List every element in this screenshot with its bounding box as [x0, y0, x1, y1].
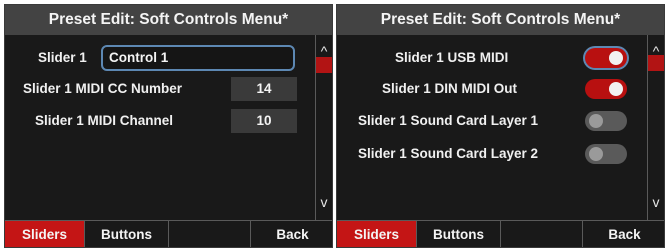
toggle-knob — [589, 147, 603, 161]
usb-midi-label: Slider 1 USB MIDI — [395, 50, 509, 65]
midi-cc-row[interactable]: Slider 1 MIDI CC Number 14 — [5, 74, 317, 104]
slider-name-input[interactable]: Control 1 — [101, 45, 295, 71]
usb-midi-toggle[interactable] — [585, 48, 627, 68]
toggle-knob — [609, 51, 623, 65]
sound-card-layer-1-row[interactable]: Slider 1 Sound Card Layer 1 — [337, 106, 649, 136]
sliders-tab[interactable]: Sliders — [337, 221, 417, 247]
back-button[interactable]: Back — [251, 221, 332, 247]
usb-midi-row[interactable]: Slider 1 USB MIDI — [337, 43, 649, 73]
scrollbar[interactable]: ^ v — [315, 35, 332, 220]
empty-soft-key[interactable] — [169, 221, 251, 247]
chevron-down-icon[interactable]: v — [316, 192, 332, 212]
scroll-thumb[interactable] — [648, 55, 664, 71]
sound-card-layer-1-label: Slider 1 Sound Card Layer 1 — [358, 113, 539, 128]
chevron-down-icon[interactable]: v — [648, 192, 664, 212]
slider-name-row: Slider 1 Control 1 — [5, 43, 317, 73]
footer-bar: Sliders Buttons Back — [337, 220, 664, 247]
buttons-tab[interactable]: Buttons — [85, 221, 169, 247]
midi-channel-label: Slider 1 MIDI Channel — [35, 113, 174, 128]
din-midi-out-toggle[interactable] — [585, 79, 627, 99]
midi-cc-value-field[interactable]: 14 — [231, 77, 297, 101]
buttons-tab[interactable]: Buttons — [417, 221, 501, 247]
sliders-tab[interactable]: Sliders — [5, 221, 85, 247]
midi-cc-label: Slider 1 MIDI CC Number — [23, 81, 183, 96]
din-midi-out-label: Slider 1 DIN MIDI Out — [382, 81, 518, 96]
sound-card-layer-2-label: Slider 1 Sound Card Layer 2 — [358, 146, 539, 161]
slider-name-label: Slider 1 — [38, 50, 87, 65]
right-device-screen: Preset Edit: Soft Controls Menu* Slider … — [336, 4, 665, 248]
scroll-thumb[interactable] — [316, 57, 332, 73]
din-midi-out-row[interactable]: Slider 1 DIN MIDI Out — [337, 74, 649, 104]
back-button[interactable]: Back — [583, 221, 664, 247]
footer-bar: Sliders Buttons Back — [5, 220, 332, 247]
toggle-knob — [609, 82, 623, 96]
toggle-knob — [589, 114, 603, 128]
screen-title: Preset Edit: Soft Controls Menu* — [5, 5, 332, 35]
midi-channel-value-field[interactable]: 10 — [231, 109, 297, 133]
left-device-screen: Preset Edit: Soft Controls Menu* Slider … — [4, 4, 333, 248]
sound-card-layer-2-row[interactable]: Slider 1 Sound Card Layer 2 — [337, 139, 649, 169]
screen-title: Preset Edit: Soft Controls Menu* — [337, 5, 664, 35]
sound-card-layer-1-toggle[interactable] — [585, 111, 627, 131]
sound-card-layer-2-toggle[interactable] — [585, 144, 627, 164]
midi-channel-row[interactable]: Slider 1 MIDI Channel 10 — [5, 106, 317, 136]
empty-soft-key[interactable] — [501, 221, 583, 247]
scrollbar[interactable]: ^ v — [647, 35, 664, 220]
